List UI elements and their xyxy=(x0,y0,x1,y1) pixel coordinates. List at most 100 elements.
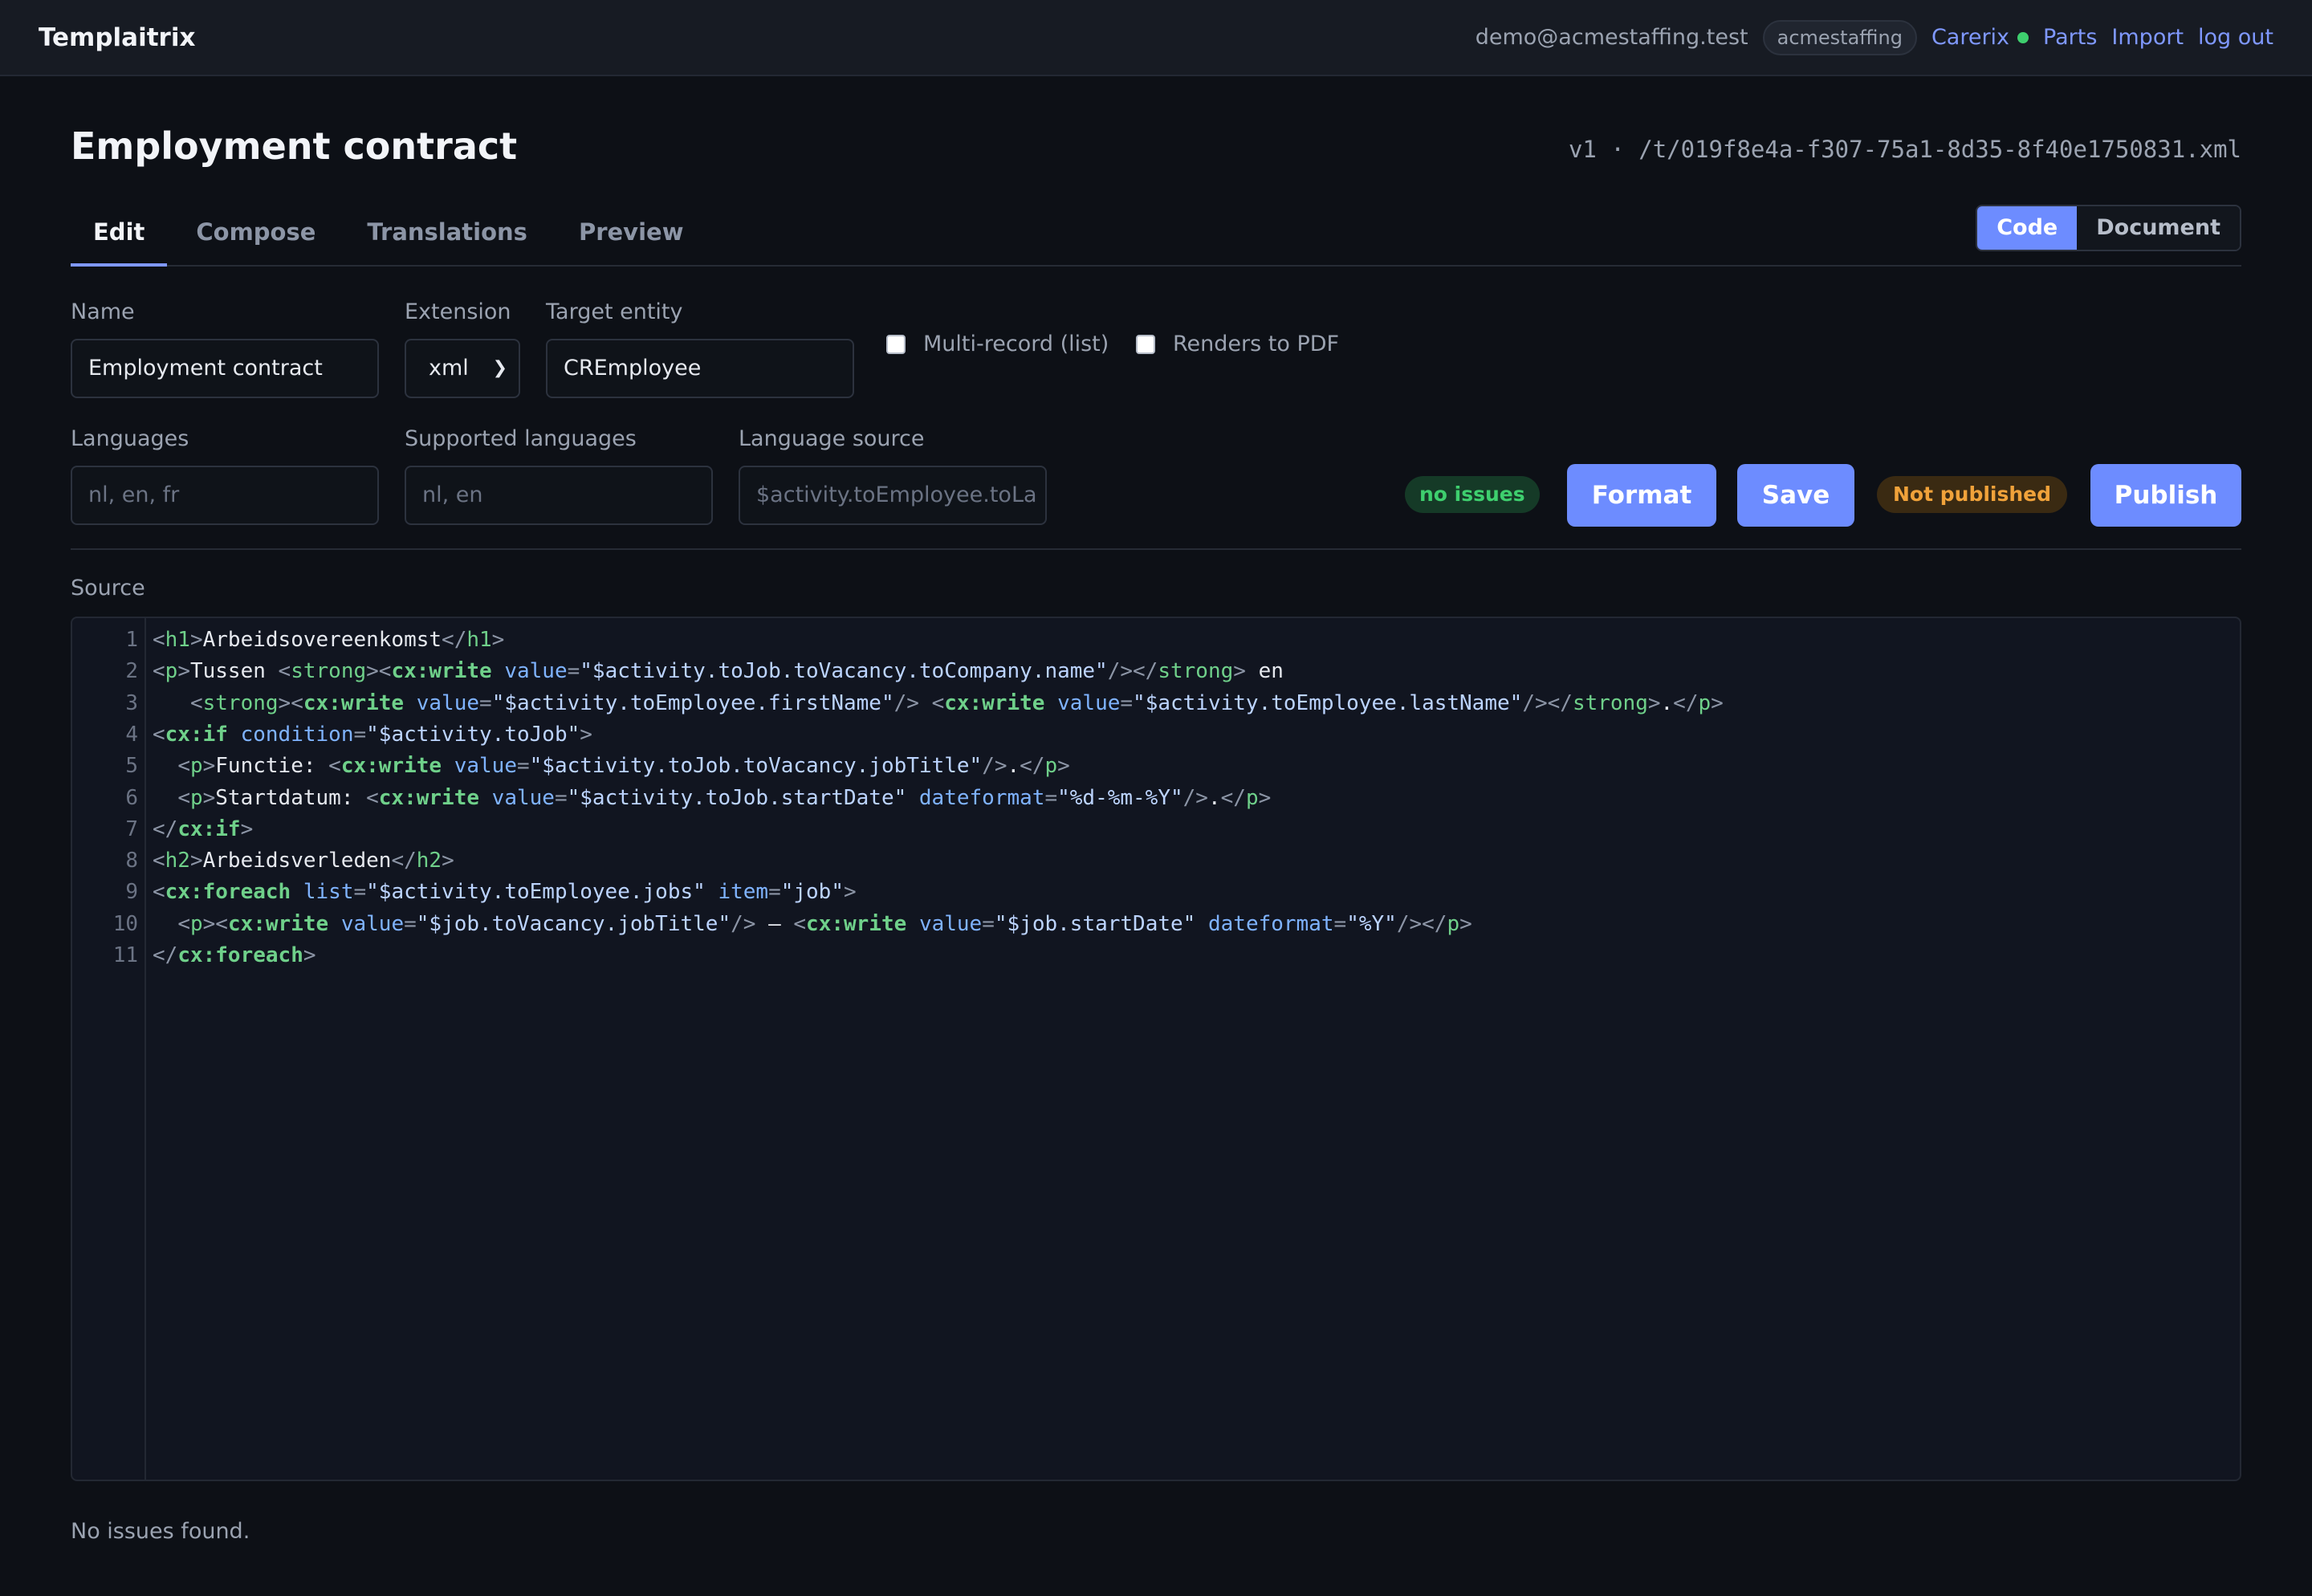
code-token: /> xyxy=(1182,785,1208,810)
code-line: 7 </cx:if> xyxy=(72,814,2240,845)
tab-compose[interactable]: Compose xyxy=(173,205,338,267)
carerix-link-wrap: Carerix xyxy=(1931,25,2029,50)
format-button[interactable]: Format xyxy=(1567,464,1716,527)
tab-edit[interactable]: Edit xyxy=(71,205,168,267)
code-token: h1 xyxy=(165,628,190,652)
extension-select[interactable]: xml ❯ xyxy=(405,339,520,398)
publish-button[interactable]: Publish xyxy=(2090,464,2241,527)
code-token: . xyxy=(1007,754,1020,779)
code-token: p xyxy=(189,754,203,779)
code-token: value xyxy=(918,911,983,936)
issues-badge: no issues xyxy=(1405,476,1540,513)
code-view-button[interactable]: Code xyxy=(1977,206,2078,250)
code-token: item xyxy=(718,880,769,905)
tab-translations[interactable]: Translations xyxy=(344,205,550,267)
code-token: > xyxy=(1459,911,1472,936)
code-token: = xyxy=(353,722,367,747)
code-token: "$activity.toEmployee.lastName" xyxy=(1133,690,1523,715)
code-token: Functie: xyxy=(215,754,329,779)
code-token: "$job.toVacancy.jobTitle" xyxy=(416,911,731,936)
line-number: 7 xyxy=(125,816,138,841)
renders-pdf-checkbox-row: Renders to PDF xyxy=(1136,332,1339,356)
code-token: < xyxy=(278,659,291,684)
name-input[interactable]: Employment contract xyxy=(71,339,379,398)
code-token: /> xyxy=(893,690,919,715)
code-token: </ xyxy=(153,816,178,841)
code-token: = xyxy=(567,659,580,684)
code-token: . xyxy=(1207,785,1221,810)
line-number: 2 xyxy=(125,659,138,684)
code-token: list xyxy=(303,880,354,905)
code-token: strong xyxy=(202,690,279,715)
languages-input[interactable]: nl, en, fr xyxy=(71,466,379,525)
logout-link[interactable]: log out xyxy=(2198,25,2273,50)
code-token: </ xyxy=(442,628,467,652)
code-line-text: <h2>Arbeidsverleden</h2> xyxy=(153,845,454,877)
code-editor[interactable]: 1 <h1>Arbeidsovereenkomst</h1> 2 <p>Tussen … xyxy=(71,617,2241,1481)
code-token: < xyxy=(793,911,807,936)
code-token: > xyxy=(1711,690,1724,715)
app-brand[interactable]: Templaitrix xyxy=(39,23,195,52)
code-token: > xyxy=(1258,785,1272,810)
supported-languages-input[interactable]: nl, en xyxy=(405,466,713,525)
import-link[interactable]: Import xyxy=(2111,25,2184,50)
code-token: > xyxy=(240,816,254,841)
code-line: 5 <p>Functie: <cx:write value="$activity… xyxy=(72,751,2240,782)
multi-record-label: Multi-record (list) xyxy=(923,332,1109,356)
code-token: = xyxy=(768,880,781,905)
code-token: . xyxy=(1660,690,1674,715)
code-token: /></ xyxy=(1107,659,1158,684)
connection-status-dot-icon xyxy=(2017,31,2029,43)
code-line: 3 <strong><cx:write value="$activity.toE… xyxy=(72,688,2240,719)
code-token: > xyxy=(189,849,203,873)
extension-label: Extension xyxy=(405,299,511,324)
code-line: 4 <cx:if condition="$activity.toJob"> xyxy=(72,719,2240,751)
code-token: = xyxy=(1333,911,1347,936)
document-view-button[interactable]: Document xyxy=(2077,206,2240,250)
carerix-link[interactable]: Carerix xyxy=(1931,25,2009,50)
code-line: 6 <p>Startdatum: <cx:write value="$activ… xyxy=(72,783,2240,814)
code-token: > xyxy=(202,754,216,779)
code-token: "$activity.toJob" xyxy=(366,722,580,747)
code-token: < xyxy=(153,849,165,873)
code-token: p xyxy=(1447,911,1460,936)
renders-pdf-checkbox[interactable] xyxy=(1136,334,1155,354)
code-token: >< xyxy=(278,690,303,715)
language-source-input[interactable]: $activity.toEmployee.toLa xyxy=(739,466,1047,525)
code-token: cx:write xyxy=(378,785,480,810)
tab-preview[interactable]: Preview xyxy=(556,205,706,267)
user-email: demo@acmestaffing.test xyxy=(1475,25,1748,50)
code-token: = xyxy=(479,690,492,715)
code-token: p xyxy=(189,785,203,810)
code-line-text: <cx:if condition="$activity.toJob"> xyxy=(153,719,592,751)
code-line-text: <p>Functie: <cx:write value="$activity.t… xyxy=(153,751,1069,782)
code-token: > xyxy=(442,849,454,873)
multi-record-checkbox-row: Multi-record (list) xyxy=(886,332,1109,356)
top-bar: Templaitrix demo@acmestaffing.test acmes… xyxy=(0,0,2312,76)
code-token: Tussen xyxy=(189,659,279,684)
code-token: cx:foreach xyxy=(177,943,303,967)
code-token: cx:foreach xyxy=(165,880,291,905)
top-nav: demo@acmestaffing.test acmestaffing Care… xyxy=(1475,19,2273,55)
code-line: 10 <p><cx:write value="$job.toVacancy.jo… xyxy=(72,909,2240,940)
code-line: 1 <h1>Arbeidsovereenkomst</h1> xyxy=(72,625,2240,656)
save-button[interactable]: Save xyxy=(1737,464,1854,527)
code-token: strong xyxy=(291,659,367,684)
code-token: value xyxy=(1057,690,1121,715)
code-token: < xyxy=(153,722,165,747)
target-entity-input[interactable]: CREmployee xyxy=(546,339,854,398)
multi-record-checkbox[interactable] xyxy=(886,334,906,354)
title-row: Employment contract v1 · /t/019f8e4a-f30… xyxy=(71,124,2241,173)
line-number: 8 xyxy=(125,849,138,873)
line-number: 3 xyxy=(125,690,138,715)
line-number: 5 xyxy=(125,754,138,779)
parts-link[interactable]: Parts xyxy=(2043,25,2097,50)
code-token: </ xyxy=(391,849,417,873)
code-token: cx:write xyxy=(340,754,442,779)
